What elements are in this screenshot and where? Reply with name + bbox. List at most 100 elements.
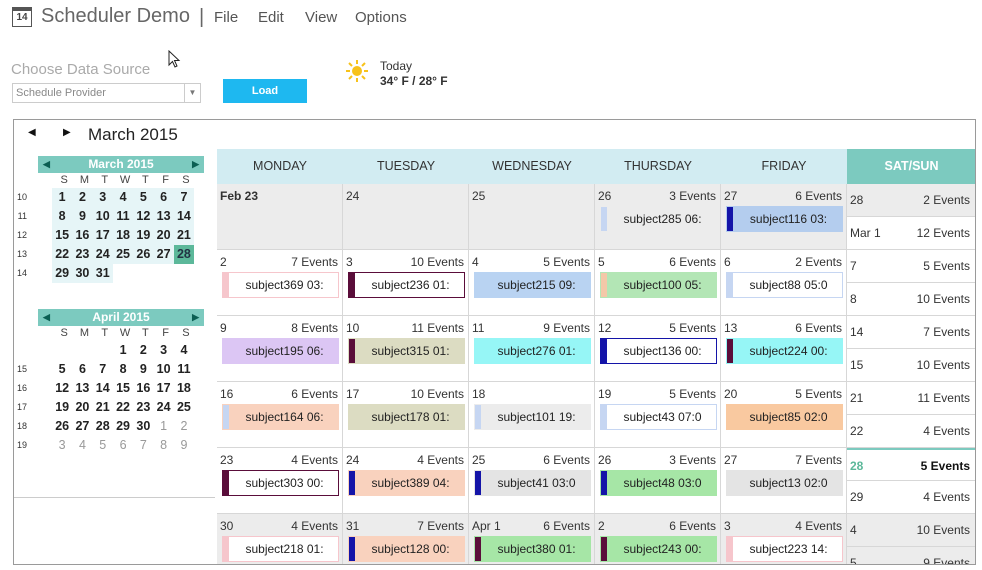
mini-day[interactable]: 19 <box>52 398 72 417</box>
event-item[interactable]: subject276 01: <box>474 338 591 364</box>
day-cell[interactable]: 2 7 Events subject369 03: <box>217 250 343 316</box>
data-source-select[interactable]: Schedule Provider ▼ <box>12 83 201 103</box>
menu-edit[interactable]: Edit <box>258 9 284 26</box>
event-count[interactable]: 5 Events <box>543 255 590 269</box>
day-cell[interactable]: Apr 1 6 Events subject380 01: <box>469 514 595 564</box>
weekend-day-cell[interactable]: 4 10 Events <box>847 514 975 547</box>
mini-day[interactable]: 29 <box>52 264 73 283</box>
event-count[interactable]: 5 Events <box>921 459 970 473</box>
mini-day[interactable]: 5 <box>52 360 72 379</box>
day-cell[interactable]: 31 7 Events subject128 00: <box>343 514 469 564</box>
weekend-day-cell[interactable]: 7 5 Events <box>847 250 975 283</box>
mini-day[interactable]: 10 <box>153 360 173 379</box>
mini-day[interactable]: 8 <box>52 207 73 226</box>
mini-day[interactable]: 31 <box>92 264 113 283</box>
mini-day[interactable]: 4 <box>174 341 194 360</box>
event-count[interactable]: 6 Events <box>291 387 338 401</box>
day-cell[interactable]: 30 4 Events subject218 01: <box>217 514 343 564</box>
mini-day[interactable]: 28 <box>93 417 113 436</box>
mini-day[interactable]: 15 <box>113 379 133 398</box>
mini-next-icon[interactable]: ▶ <box>192 156 199 173</box>
mini-day[interactable]: 22 <box>52 245 73 264</box>
mini-prev-icon[interactable]: ◀ <box>43 156 50 173</box>
event-item[interactable]: subject178 01: <box>348 404 465 430</box>
day-cell[interactable]: 10 11 Events subject315 01: <box>343 316 469 382</box>
event-count[interactable]: 6 Events <box>795 189 842 203</box>
event-count[interactable]: 7 Events <box>417 519 464 533</box>
event-count[interactable]: 11 Events <box>412 321 464 335</box>
event-item[interactable]: subject101 19: <box>474 404 591 430</box>
day-cell[interactable]: 2 6 Events subject243 00: <box>595 514 721 564</box>
menu-view[interactable]: View <box>305 9 337 26</box>
event-item[interactable]: subject136 00: <box>600 338 717 364</box>
event-count[interactable]: 9 Events <box>543 321 590 335</box>
day-cell[interactable]: 25 6 Events subject41 03:0 <box>469 448 595 514</box>
day-cell[interactable]: 3 10 Events subject236 01: <box>343 250 469 316</box>
mini-day[interactable]: 2 <box>174 417 194 436</box>
event-count[interactable]: 3 Events <box>669 189 716 203</box>
day-cell[interactable]: 23 4 Events subject303 00: <box>217 448 343 514</box>
mini-day[interactable]: 1 <box>52 188 73 207</box>
event-count[interactable]: 10 Events <box>411 255 464 269</box>
mini-day[interactable]: 6 <box>72 360 92 379</box>
mini-next-icon[interactable]: ▶ <box>192 309 199 326</box>
mini-day[interactable]: 5 <box>93 436 113 455</box>
event-count[interactable]: 6 Events <box>543 519 590 533</box>
menu-file[interactable]: File <box>214 9 238 26</box>
event-item[interactable]: subject223 14: <box>726 536 843 562</box>
event-item[interactable]: subject48 03:0 <box>600 470 717 496</box>
event-item[interactable]: subject88 05:0 <box>726 272 843 298</box>
weekend-day-cell[interactable]: 8 10 Events <box>847 283 975 316</box>
mini-day[interactable]: 22 <box>113 398 133 417</box>
mini-day[interactable]: 23 <box>133 398 153 417</box>
event-count[interactable]: 12 Events <box>917 226 970 240</box>
event-item[interactable]: subject215 09: <box>474 272 591 298</box>
next-month-button[interactable]: ▶ <box>63 127 71 138</box>
mini-day[interactable]: 30 <box>72 264 93 283</box>
event-item[interactable]: subject369 03: <box>222 272 339 298</box>
mini-day[interactable]: 9 <box>174 436 194 455</box>
mini-day[interactable]: 23 <box>72 245 93 264</box>
event-count[interactable]: 6 Events <box>669 255 716 269</box>
mini-day[interactable]: 26 <box>52 417 72 436</box>
day-cell[interactable]: 20 5 Events subject85 02:0 <box>721 382 847 448</box>
mini-day[interactable]: 29 <box>113 417 133 436</box>
weekend-day-cell[interactable]: 29 4 Events <box>847 481 975 514</box>
mini-day[interactable]: 26 <box>133 245 154 264</box>
day-cell[interactable]: 24 4 Events subject389 04: <box>343 448 469 514</box>
mini-day[interactable]: 18 <box>112 226 134 245</box>
event-count[interactable]: 7 Events <box>291 255 338 269</box>
weekend-day-cell[interactable]: 5 9 Events <box>847 547 975 564</box>
event-item[interactable]: subject164 06: <box>222 404 339 430</box>
mini-day[interactable]: 7 <box>93 360 113 379</box>
day-cell[interactable]: 17 10 Events subject178 01: <box>343 382 469 448</box>
chevron-down-icon[interactable]: ▼ <box>184 84 200 102</box>
day-cell[interactable]: 3 4 Events subject223 14: <box>721 514 847 564</box>
menu-options[interactable]: Options <box>355 9 407 26</box>
mini-day[interactable]: 1 <box>113 341 133 360</box>
prev-month-button[interactable]: ◀ <box>28 127 36 138</box>
event-count[interactable]: 7 Events <box>923 325 970 339</box>
event-item[interactable]: subject236 01: <box>348 272 465 298</box>
event-count[interactable]: 5 Events <box>923 259 970 273</box>
mini-day[interactable]: 9 <box>72 207 93 226</box>
event-item[interactable]: subject100 05: <box>600 272 717 298</box>
weekend-day-cell[interactable]: 28 5 Events <box>847 448 975 481</box>
day-cell[interactable]: 26 3 Events subject285 06: <box>595 184 721 250</box>
mini-day[interactable]: 13 <box>153 207 174 226</box>
mini-day[interactable]: 7 <box>133 436 153 455</box>
event-item[interactable]: subject224 00: <box>726 338 843 364</box>
mini-day[interactable]: 5 <box>133 188 154 207</box>
mini-day[interactable]: 12 <box>133 207 154 226</box>
day-cell[interactable]: 9 8 Events subject195 06: <box>217 316 343 382</box>
day-cell[interactable]: 25 <box>469 184 595 250</box>
day-cell[interactable]: 19 5 Events subject43 07:0 <box>595 382 721 448</box>
weekend-day-cell[interactable]: Mar 1 12 Events <box>847 217 975 250</box>
day-cell[interactable]: 18 subject101 19: <box>469 382 595 448</box>
day-cell[interactable]: 16 6 Events subject164 06: <box>217 382 343 448</box>
mini-day[interactable]: 4 <box>112 188 134 207</box>
mini-day[interactable]: 11 <box>112 207 134 226</box>
mini-day[interactable]: 19 <box>133 226 154 245</box>
mini-day[interactable]: 28 <box>173 245 195 264</box>
mini-day[interactable]: 16 <box>72 226 93 245</box>
